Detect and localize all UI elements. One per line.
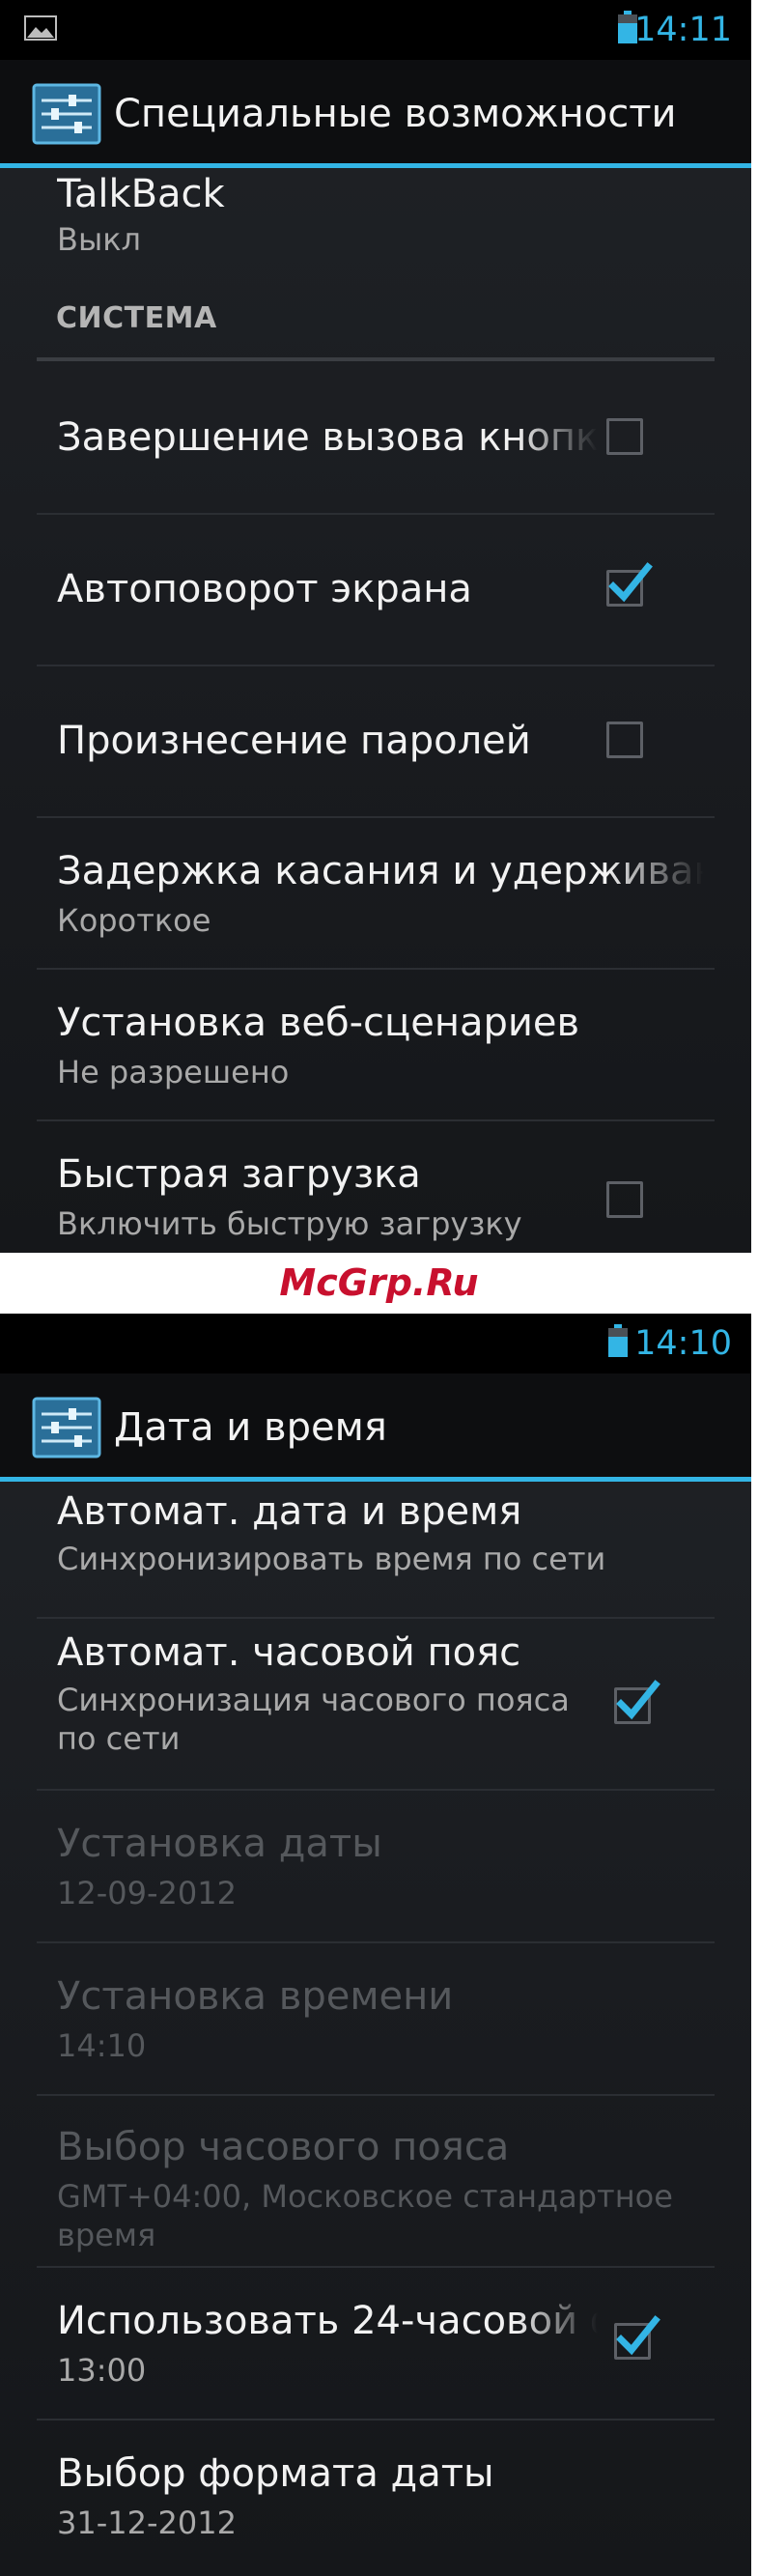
row-summary: 12-09-2012 bbox=[57, 1875, 237, 1911]
row-title: Установка времени bbox=[57, 1974, 454, 2019]
status-bar: 14:11 bbox=[0, 0, 751, 60]
row-summary: GMT+04:00, Московское стандартное время bbox=[57, 2178, 673, 2253]
set-time-row: Установка времени 14:10 bbox=[37, 1943, 715, 2096]
checkmark-icon bbox=[608, 562, 653, 603]
auto-date-time-row[interactable]: Автомат. дата и время Синхронизировать в… bbox=[37, 1482, 715, 1619]
battery-icon bbox=[608, 1324, 628, 1357]
status-time: 14:11 bbox=[634, 11, 732, 49]
web-scripts-row[interactable]: Установка веб-сценариев Не разрешено bbox=[37, 970, 715, 1121]
row-title: Произнесение паролей bbox=[57, 719, 531, 763]
row-title: Завершение вызова кнопкой питания bbox=[57, 415, 598, 460]
checkmark-icon bbox=[616, 2315, 660, 2356]
picture-icon bbox=[24, 15, 57, 41]
date-time-screen: 14:10 Дата и время Автомат. дата и время… bbox=[0, 1314, 751, 2576]
row-summary: Выкл bbox=[57, 221, 141, 258]
use-24h-checkbox[interactable] bbox=[614, 2315, 660, 2360]
watermark-text: McGrp.Ru bbox=[279, 1261, 479, 1304]
row-summary: Синхронизация часового пояса по сети bbox=[57, 1682, 570, 1757]
row-summary: 14:10 bbox=[57, 2027, 147, 2064]
action-bar: Специальные возможности bbox=[0, 60, 751, 168]
row-title: Использовать 24-часовой формат bbox=[57, 2299, 598, 2343]
row-summary: 13:00 bbox=[57, 2352, 147, 2389]
end-call-checkbox[interactable] bbox=[606, 418, 643, 455]
action-bar: Дата и время bbox=[0, 1373, 751, 1482]
row-title: Быстрая загрузка bbox=[57, 1152, 421, 1197]
row-title: Автоповорот экрана bbox=[57, 567, 472, 611]
auto-timezone-row[interactable]: Автомат. часовой пояс Синхронизация часо… bbox=[37, 1619, 715, 1791]
use-24h-format-row[interactable]: Использовать 24-часовой формат 13:00 bbox=[37, 2268, 715, 2420]
auto-rotate-checkbox[interactable] bbox=[606, 562, 653, 607]
row-summary: Короткое bbox=[57, 902, 211, 939]
set-date-row: Установка даты 12-09-2012 bbox=[37, 1791, 715, 1943]
timezone-select-row: Выбор часового пояса GMT+04:00, Московск… bbox=[37, 2096, 715, 2268]
row-title: Установка веб-сценариев bbox=[57, 1001, 580, 1045]
settings-sliders-icon[interactable] bbox=[32, 1397, 101, 1458]
auto-rotate-row[interactable]: Автоповорот экрана bbox=[37, 515, 715, 666]
page-title: Дата и время bbox=[114, 1405, 387, 1450]
quick-boot-row[interactable]: Быстрая загрузка Включить быструю загруз… bbox=[37, 1121, 715, 1253]
row-title: Выбор формата даты bbox=[57, 2451, 494, 2496]
speak-passwords-checkbox[interactable] bbox=[606, 722, 643, 758]
row-title: Автомат. дата и время bbox=[57, 1489, 522, 1534]
settings-sliders-icon[interactable] bbox=[32, 83, 101, 145]
row-title: Автомат. часовой пояс bbox=[57, 1630, 521, 1675]
page-title: Специальные возможности bbox=[114, 92, 677, 136]
end-call-power-row[interactable]: Завершение вызова кнопкой питания bbox=[37, 361, 715, 515]
section-header: СИСТЕМА bbox=[56, 301, 217, 335]
touch-hold-delay-row[interactable]: Задержка касания и удерживания Короткое bbox=[37, 818, 715, 970]
accessibility-screen: 14:11 Специальные возможности TalkBack В… bbox=[0, 0, 751, 1253]
row-title: TalkBack bbox=[57, 172, 225, 216]
quick-boot-checkbox[interactable] bbox=[606, 1181, 643, 1218]
date-format-row[interactable]: Выбор формата даты 31-12-2012 bbox=[37, 2420, 715, 2575]
row-title: Выбор часового пояса bbox=[57, 2125, 510, 2169]
row-summary: Синхронизировать время по сети bbox=[57, 1541, 606, 1577]
row-summary: Не разрешено bbox=[57, 1054, 290, 1090]
talkback-row[interactable]: TalkBack Выкл bbox=[37, 168, 715, 265]
settings-list: Автомат. дата и время Синхронизировать в… bbox=[0, 1482, 751, 2576]
speak-passwords-row[interactable]: Произнесение паролей bbox=[37, 666, 715, 818]
row-summary: 31-12-2012 bbox=[57, 2505, 237, 2541]
row-summary: Включить быструю загрузку bbox=[57, 1205, 522, 1242]
status-bar: 14:10 bbox=[0, 1314, 751, 1373]
status-time: 14:10 bbox=[634, 1324, 732, 1363]
checkmark-icon bbox=[616, 1680, 660, 1720]
row-title: Задержка касания и удерживания bbox=[57, 849, 704, 893]
auto-timezone-checkbox[interactable] bbox=[614, 1680, 660, 1724]
row-title: Установка даты bbox=[57, 1822, 382, 1866]
settings-list: TalkBack Выкл СИСТЕМА Завершение вызова … bbox=[0, 168, 751, 1253]
